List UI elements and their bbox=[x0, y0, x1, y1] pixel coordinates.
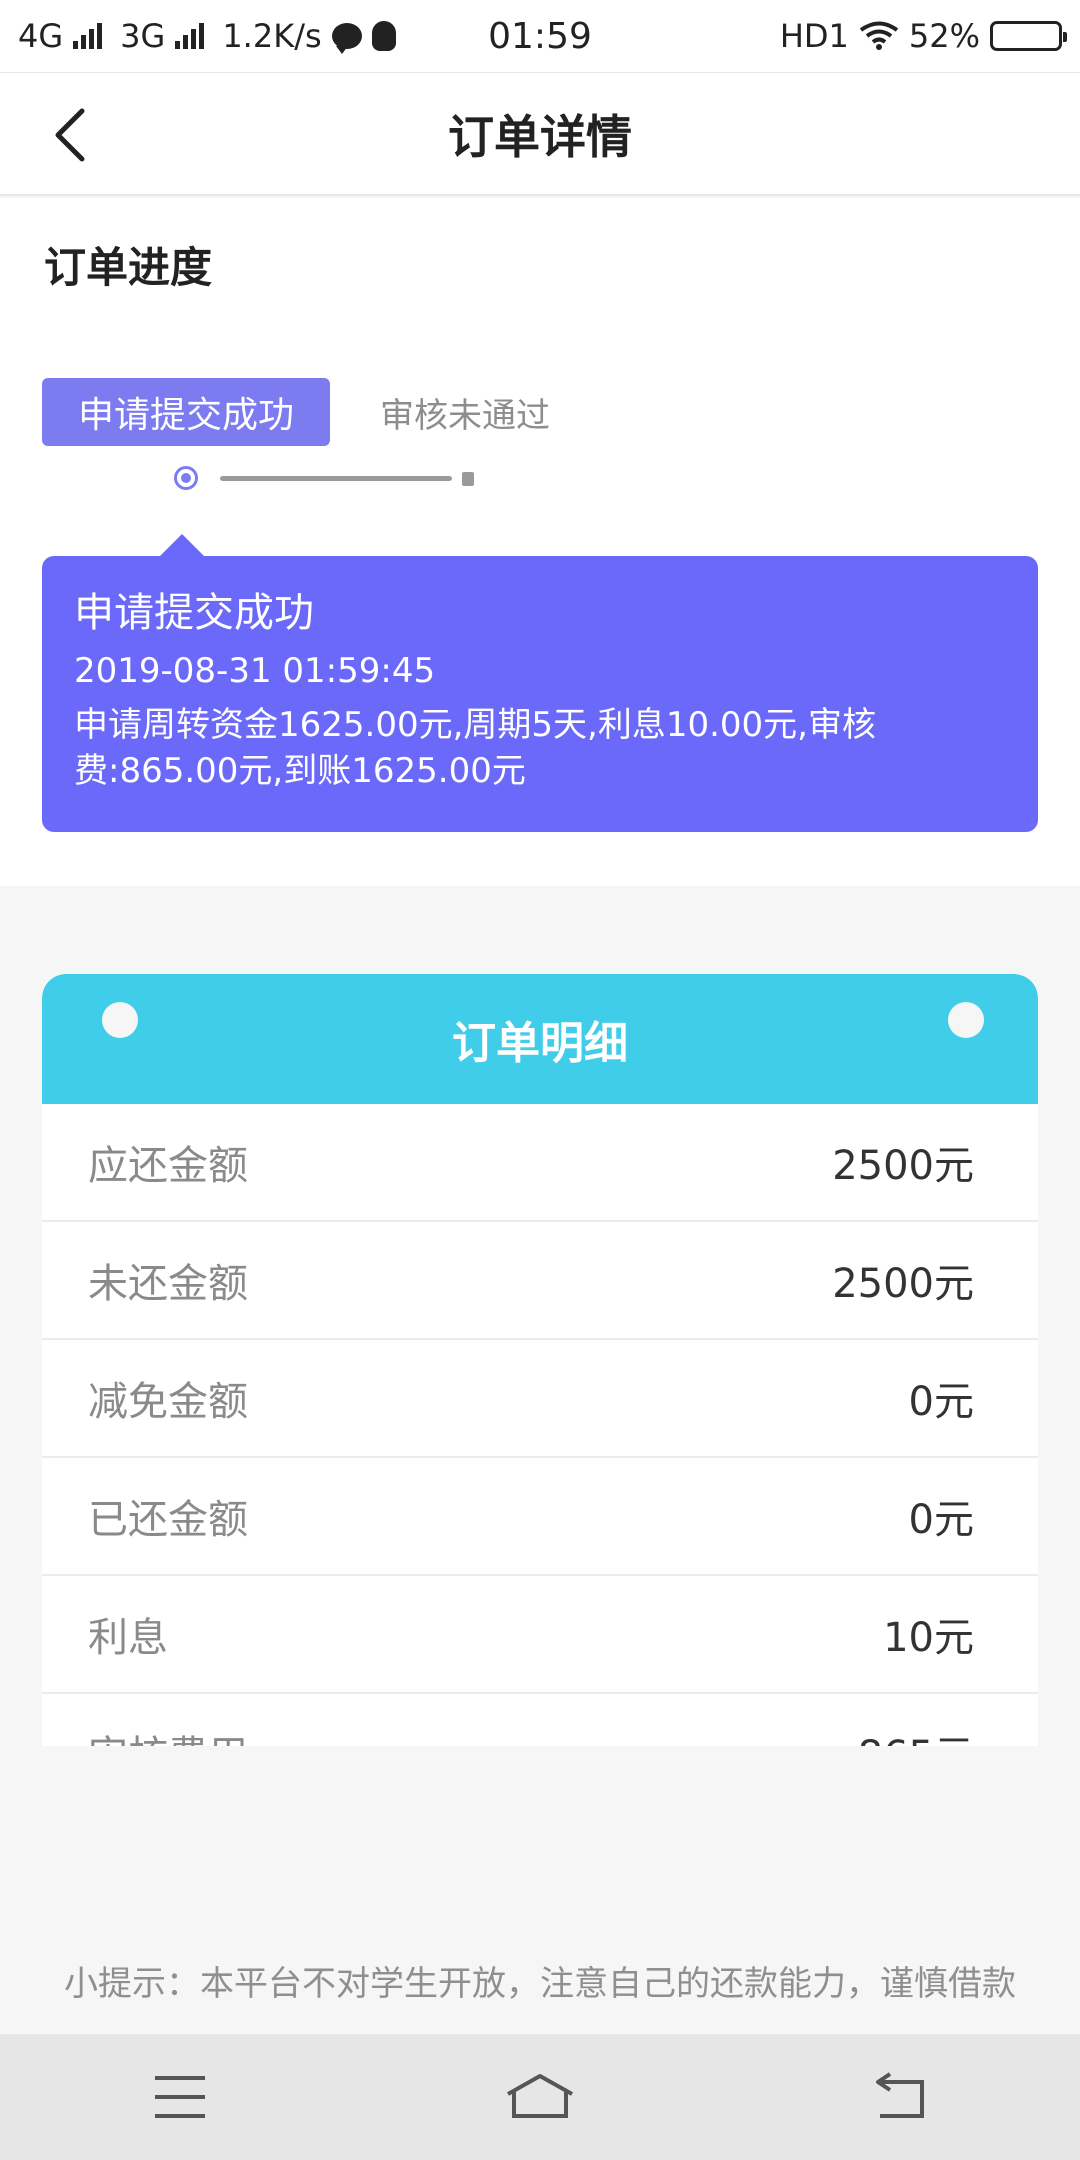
status-left: 4G 3G 1.2K/s bbox=[18, 17, 396, 55]
wifi-icon bbox=[859, 21, 899, 51]
menu-button[interactable] bbox=[120, 2047, 240, 2147]
progress-timeline bbox=[174, 466, 474, 492]
home-icon bbox=[507, 2074, 573, 2118]
network-speed: 1.2K/s bbox=[222, 17, 322, 55]
qq-icon bbox=[371, 21, 396, 51]
back-button[interactable] bbox=[20, 73, 120, 197]
detail-row-value: 0元 bbox=[908, 1379, 974, 1425]
timeline-line bbox=[220, 476, 452, 481]
status-bar: 4G 3G 1.2K/s 01:59 HD1 52% bbox=[0, 0, 1080, 72]
detail-row: 利息 10元 bbox=[42, 1576, 1038, 1694]
signal-icon bbox=[73, 23, 103, 49]
timeline-dot-active bbox=[174, 466, 198, 490]
ticket-hole-right bbox=[948, 1002, 984, 1038]
order-progress-section: 订单进度 申请提交成功 审核未通过 申请提交成功 2019-08-31 01:5… bbox=[0, 198, 1080, 886]
network-label-3g: 3G bbox=[120, 17, 166, 55]
detail-row-label: 未还金额 bbox=[88, 1261, 248, 1307]
detail-row-label: 利息 bbox=[88, 1615, 168, 1661]
detail-row: 审核费用 865元 bbox=[42, 1694, 1038, 1746]
timeline-dot-inactive bbox=[462, 472, 474, 486]
detail-row-value: 0元 bbox=[908, 1497, 974, 1543]
battery-icon bbox=[990, 21, 1067, 51]
back-icon bbox=[876, 2072, 924, 2118]
status-right: HD1 52% bbox=[779, 17, 1067, 55]
detail-row-label: 应还金额 bbox=[88, 1143, 248, 1189]
chevron-left-icon bbox=[55, 108, 85, 162]
home-button[interactable] bbox=[480, 2047, 600, 2147]
detail-row-label: 减免金额 bbox=[88, 1379, 248, 1425]
detail-row-label: 审核费用 bbox=[88, 1723, 248, 1746]
detail-row-value: 865元 bbox=[858, 1723, 974, 1746]
menu-icon bbox=[155, 2076, 205, 2118]
info-card-time: 2019-08-31 01:59:45 bbox=[74, 651, 436, 691]
tip-text: 小提示：本平台不对学生开放，注意自己的还款能力，谨慎借款 bbox=[64, 1964, 1016, 2004]
chat-icon bbox=[331, 23, 362, 54]
nav-bar: 订单详情 bbox=[0, 72, 1080, 196]
info-card-description: 申请周转资金1625.00元,周期5天,利息10.00元,审核费:865.00元… bbox=[74, 705, 876, 791]
detail-row-value: 10元 bbox=[883, 1615, 974, 1661]
network-label-4g: 4G bbox=[18, 17, 64, 55]
hd-label: HD1 bbox=[779, 17, 849, 55]
order-details-card[interactable]: 订单明细 应还金额 2500元 未还金额 2500元 减免金额 0元 已还金额 … bbox=[42, 974, 1038, 1746]
detail-row-value: 2500元 bbox=[832, 1261, 974, 1307]
section-title: 订单进度 bbox=[44, 243, 213, 292]
step-review-failed[interactable]: 审核未通过 bbox=[380, 378, 550, 446]
detail-row: 应还金额 2500元 bbox=[42, 1104, 1038, 1222]
order-details-header: 订单明细 bbox=[42, 974, 1038, 1104]
detail-row: 已还金额 0元 bbox=[42, 1458, 1038, 1576]
signal-icon bbox=[175, 23, 205, 49]
detail-row: 未还金额 2500元 bbox=[42, 1222, 1038, 1340]
battery-percent: 52% bbox=[908, 17, 980, 55]
ticket-hole-left bbox=[102, 1002, 138, 1038]
detail-row-value: 2500元 bbox=[832, 1143, 974, 1189]
order-details-title: 订单明细 bbox=[452, 1018, 628, 1069]
system-nav-bar bbox=[0, 2034, 1080, 2160]
step-submitted[interactable]: 申请提交成功 bbox=[42, 378, 330, 446]
detail-row: 减免金额 0元 bbox=[42, 1340, 1038, 1458]
info-card-title: 申请提交成功 bbox=[74, 590, 314, 636]
step-info-card: 申请提交成功 2019-08-31 01:59:45 申请周转资金1625.00… bbox=[42, 534, 1038, 832]
page-title: 订单详情 bbox=[448, 109, 632, 164]
back-nav-button[interactable] bbox=[840, 2047, 960, 2147]
detail-row-label: 已还金额 bbox=[88, 1497, 248, 1543]
